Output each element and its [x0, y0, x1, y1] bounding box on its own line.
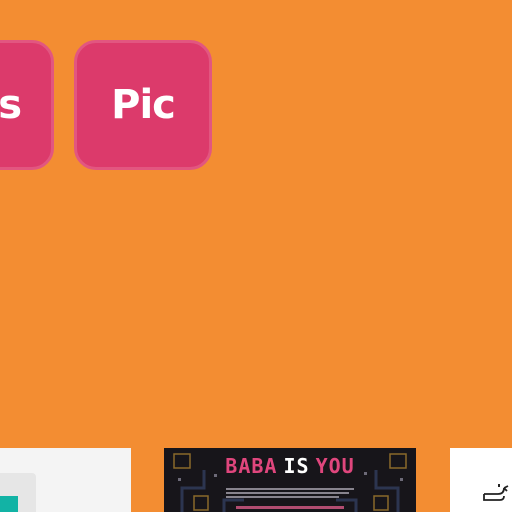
title-word-you: YOU [315, 454, 355, 478]
game-thumbnail-right[interactable] [450, 448, 512, 512]
whale-icon [483, 484, 509, 501]
baba-description-lines [226, 488, 354, 502]
baba-title: BABA IS YOU [164, 453, 416, 479]
title-word-baba: BABA [225, 454, 278, 478]
title-word-is: IS [283, 454, 310, 478]
thumbnail-art-accent [0, 496, 18, 512]
baba-links-line [236, 506, 344, 509]
tag-tile-label: s [0, 82, 22, 128]
game-thumbnail-baba-is-you[interactable]: BABA IS YOU [164, 448, 416, 512]
page: s Pic BABA IS YOU [0, 0, 512, 512]
game-thumbnail-left[interactable] [0, 448, 131, 512]
tag-tile-previous[interactable]: s [0, 40, 54, 170]
tag-tile-pic[interactable]: Pic [74, 40, 212, 170]
tag-tile-label: Pic [111, 82, 176, 128]
